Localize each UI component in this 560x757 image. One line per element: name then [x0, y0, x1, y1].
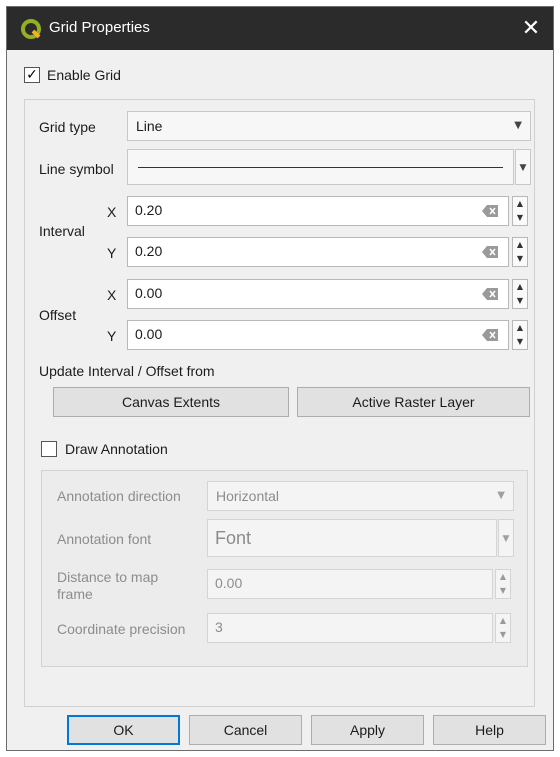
spin-up-icon[interactable]: ▲ [513, 280, 527, 294]
distance-label: Distance to map frame [57, 569, 158, 603]
offset-label: Offset [39, 307, 77, 323]
enable-grid-label: Enable Grid [47, 67, 121, 83]
ok-button[interactable]: OK [67, 715, 180, 745]
interval-y-spinner[interactable]: ▲ ▼ [512, 237, 528, 267]
cancel-button[interactable]: Cancel [189, 715, 302, 745]
interval-y-label: Y [107, 245, 117, 261]
grid-type-select[interactable]: Line ▼ [127, 111, 531, 141]
offset-y-spinner[interactable]: ▲ ▼ [512, 320, 528, 350]
line-symbol-preview [138, 167, 503, 168]
coordinate-precision-spinner[interactable]: ▲ ▼ [495, 613, 511, 643]
grid-type-label: Grid type [39, 119, 96, 135]
apply-button[interactable]: Apply [311, 715, 424, 745]
spin-up-icon[interactable]: ▲ [496, 570, 510, 584]
clear-icon[interactable] [482, 288, 498, 300]
window-title: Grid Properties [49, 19, 150, 36]
spin-down-icon[interactable]: ▼ [513, 252, 527, 266]
grid-properties-dialog: Grid Properties ✕ ✓ Enable Grid Grid typ… [6, 6, 554, 751]
close-button[interactable]: ✕ [515, 13, 547, 45]
interval-y-value: 0.20 [135, 243, 163, 259]
spin-down-icon[interactable]: ▼ [513, 294, 527, 308]
coordinate-precision-label: Coordinate precision [57, 621, 186, 637]
coordinate-precision-value: 3 [215, 619, 223, 635]
active-raster-layer-button[interactable]: Active Raster Layer [297, 387, 530, 417]
offset-x-spinner[interactable]: ▲ ▼ [512, 279, 528, 309]
spin-down-icon[interactable]: ▼ [496, 584, 510, 598]
help-button[interactable]: Help [433, 715, 546, 745]
title-bar: Grid Properties ✕ [7, 7, 553, 50]
spin-down-icon[interactable]: ▼ [513, 335, 527, 349]
offset-y-input[interactable]: 0.00 [127, 320, 509, 350]
checkmark-icon: ✓ [26, 67, 38, 83]
annotation-font-button[interactable]: Font [207, 519, 497, 557]
draw-annotation-label: Draw Annotation [65, 441, 168, 457]
canvas-extents-button[interactable]: Canvas Extents [53, 387, 289, 417]
line-symbol-label: Line symbol [39, 161, 114, 177]
grid-type-value: Line [136, 118, 163, 134]
line-symbol-menu-button[interactable]: ▼ [515, 149, 531, 185]
chevron-down-icon: ▼ [497, 490, 505, 501]
chevron-down-icon: ▼ [502, 534, 510, 544]
clear-icon[interactable] [482, 246, 498, 258]
draw-annotation-checkbox[interactable] [41, 441, 57, 457]
spin-up-icon[interactable]: ▲ [513, 321, 527, 335]
interval-label: Interval [39, 223, 85, 239]
offset-y-label: Y [107, 328, 117, 344]
chevron-down-icon: ▼ [514, 120, 522, 131]
qgis-logo-icon [21, 19, 41, 39]
distance-input[interactable]: 0.00 [207, 569, 493, 599]
clear-icon[interactable] [482, 329, 498, 341]
spin-down-icon[interactable]: ▼ [513, 211, 527, 225]
coordinate-precision-input[interactable]: 3 [207, 613, 493, 643]
enable-grid-checkbox[interactable]: ✓ [24, 67, 40, 83]
annotation-font-value: Font [215, 528, 252, 548]
distance-spinner[interactable]: ▲ ▼ [495, 569, 511, 599]
interval-x-input[interactable]: 0.20 [127, 196, 509, 226]
offset-x-input[interactable]: 0.00 [127, 279, 509, 309]
interval-x-spinner[interactable]: ▲ ▼ [512, 196, 528, 226]
clear-icon[interactable] [482, 205, 498, 217]
annotation-font-label: Annotation font [57, 531, 152, 547]
close-icon: ✕ [521, 16, 541, 41]
annotation-direction-select[interactable]: Horizontal ▼ [207, 481, 514, 511]
offset-y-value: 0.00 [135, 326, 163, 342]
distance-label-line2: frame [57, 586, 93, 602]
chevron-down-icon: ▼ [519, 163, 527, 173]
annotation-font-menu-button[interactable]: ▼ [498, 519, 514, 557]
spin-up-icon[interactable]: ▲ [513, 197, 527, 211]
interval-x-value: 0.20 [135, 202, 163, 218]
distance-label-line1: Distance to map [57, 569, 159, 585]
interval-x-label: X [107, 204, 117, 220]
annotation-direction-label: Annotation direction [57, 488, 181, 504]
offset-x-value: 0.00 [135, 285, 163, 301]
offset-x-label: X [107, 287, 117, 303]
spin-down-icon[interactable]: ▼ [496, 628, 510, 642]
line-symbol-button[interactable] [127, 149, 514, 185]
spin-up-icon[interactable]: ▲ [513, 238, 527, 252]
interval-y-input[interactable]: 0.20 [127, 237, 509, 267]
annotation-direction-value: Horizontal [216, 488, 280, 504]
distance-value: 0.00 [215, 575, 243, 591]
spin-up-icon[interactable]: ▲ [496, 614, 510, 628]
update-from-label: Update Interval / Offset from [39, 363, 215, 379]
